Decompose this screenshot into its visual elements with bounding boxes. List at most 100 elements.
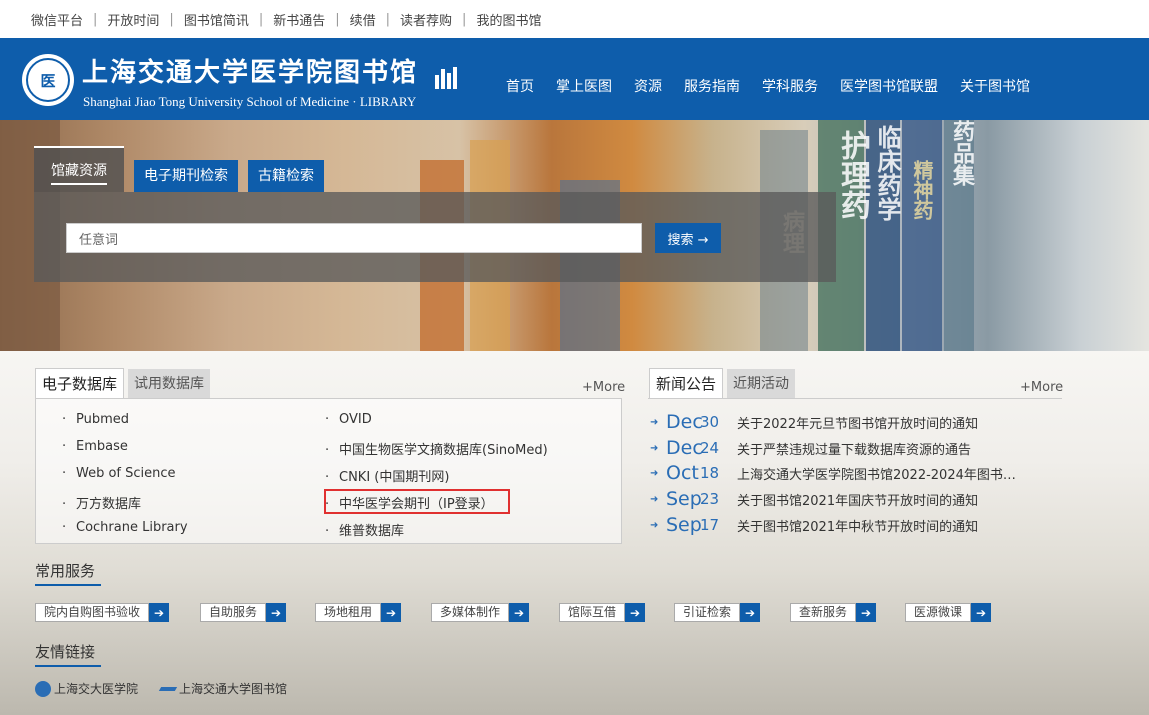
- tab-e-databases[interactable]: 电子数据库: [35, 368, 125, 399]
- search-input[interactable]: 任意词: [66, 223, 642, 253]
- bullet: ·: [62, 497, 67, 512]
- tab-collection[interactable]: 馆藏资源: [34, 146, 124, 192]
- news-more-link[interactable]: +More: [1020, 380, 1063, 395]
- db-link-label: 中国生物医学文摘数据库(SinoMed): [339, 443, 548, 458]
- service-citation[interactable]: 引证检索 ➔: [674, 603, 761, 622]
- news-title: 关于严禁违规过量下载数据库资源的通告: [737, 442, 972, 458]
- arrow-right-icon: ➔: [509, 603, 530, 622]
- util-link-my-library[interactable]: 我的图书馆: [476, 10, 541, 29]
- util-link-renew[interactable]: 续借: [350, 10, 376, 29]
- tab-ejournal[interactable]: 电子期刊检索: [134, 160, 238, 192]
- site-header: 医 上海交通大学医学院图书馆 Shanghai Jiao Tong Univer…: [0, 38, 1149, 120]
- tab-news[interactable]: 新闻公告: [649, 368, 724, 399]
- nav-home[interactable]: 首页: [506, 76, 534, 96]
- db-link-label: Embase: [76, 439, 128, 454]
- banner-book-title: 临床药学: [873, 125, 902, 221]
- bullet: ·: [62, 520, 67, 535]
- search-panel: 任意词 搜索 →: [34, 192, 836, 282]
- tab-ancient-books[interactable]: 古籍检索: [248, 160, 324, 192]
- news-divider: [648, 398, 1062, 399]
- news-day: 30: [700, 413, 720, 431]
- news-title: 关于2022年元旦节图书馆开放时间的通知: [737, 416, 979, 432]
- site-title[interactable]: 上海交通大学医学院图书馆: [82, 52, 459, 89]
- news-item[interactable]: ➜ Sep 17 关于图书馆2021年中秋节开放时间的通知: [650, 514, 978, 536]
- search-button[interactable]: 搜索 →: [655, 223, 721, 253]
- util-link-wechat[interactable]: 微信平台: [31, 10, 83, 29]
- news-item[interactable]: ➜ Dec 30 关于2022年元旦节图书馆开放时间的通知: [650, 411, 978, 433]
- databases-more-link[interactable]: +More: [582, 380, 625, 395]
- service-venue-rental[interactable]: 场地租用 ➔: [315, 603, 402, 622]
- tab-collection-label: 馆藏资源: [51, 163, 107, 185]
- tab-trial-databases[interactable]: 试用数据库: [128, 369, 211, 399]
- db-link-cnki[interactable]: · CNKI (中国期刊网): [325, 466, 449, 485]
- links-heading: 友情链接: [35, 641, 101, 667]
- news-day: 18: [700, 464, 720, 482]
- db-link-label: Cochrane Library: [76, 520, 188, 535]
- news-month: Sep: [666, 488, 702, 510]
- sjtu-library-logo-icon: [160, 683, 176, 695]
- service-label: 自助服务: [200, 603, 267, 622]
- news-item[interactable]: ➜ Dec 24 关于严禁违规过量下载数据库资源的通告: [650, 437, 971, 459]
- service-multimedia[interactable]: 多媒体制作 ➔: [431, 603, 530, 622]
- top-utility-bar: 微信平台 | 开放时间 | 图书馆简讯 | 新书通告 | 续借 | 读者荐购 | 我的图书馆: [0, 0, 1149, 38]
- db-link-cochrane[interactable]: · Cochrane Library: [62, 520, 188, 535]
- service-label: 引证检索: [674, 603, 741, 622]
- news-month: Dec: [666, 411, 703, 433]
- link-sjtu-med[interactable]: 上海交大医学院: [35, 680, 138, 697]
- separator: |: [258, 11, 264, 27]
- nav-resources[interactable]: 资源: [634, 76, 662, 96]
- news-month: Sep: [666, 514, 702, 536]
- main-nav: 首页 掌上医图 资源 服务指南 学科服务 医学图书馆联盟 关于图书馆: [495, 76, 1041, 96]
- nav-service-guide[interactable]: 服务指南: [684, 76, 740, 96]
- arrow-icon: ➜: [650, 519, 659, 531]
- news-month: Oct: [666, 462, 699, 484]
- db-link-pubmed[interactable]: · Pubmed: [62, 412, 129, 427]
- util-link-new-books[interactable]: 新书通告: [273, 10, 325, 29]
- nav-about[interactable]: 关于图书馆: [960, 76, 1030, 96]
- news-title: 关于图书馆2021年国庆节开放时间的通知: [737, 493, 979, 509]
- link-sjtu-library[interactable]: 上海交通大学图书馆: [160, 680, 287, 697]
- site-title-text: 上海交通大学医学院图书馆: [82, 58, 419, 88]
- nav-mobile[interactable]: 掌上医图: [556, 76, 612, 96]
- util-link-recommend[interactable]: 读者荐购: [400, 10, 452, 29]
- util-link-hours[interactable]: 开放时间: [107, 10, 159, 29]
- news-item[interactable]: ➜ Sep 23 关于图书馆2021年国庆节开放时间的通知: [650, 488, 978, 510]
- library-logo[interactable]: 医: [22, 54, 74, 106]
- util-link-news-brief[interactable]: 图书馆简讯: [184, 10, 249, 29]
- news-day: 23: [700, 490, 720, 508]
- db-link-label: Pubmed: [76, 412, 130, 427]
- db-link-label: Web of Science: [76, 466, 176, 481]
- db-link-sinomed[interactable]: · 中国生物医学文摘数据库(SinoMed): [325, 439, 548, 458]
- nav-alliance[interactable]: 医学图书馆联盟: [840, 76, 938, 96]
- separator: |: [93, 11, 98, 27]
- news-item[interactable]: ➜ Oct 18 上海交通大学医学院图书馆2022-2024年图书期...: [650, 462, 1017, 484]
- db-link-label: OVID: [339, 412, 372, 427]
- nav-subject-service[interactable]: 学科服务: [762, 76, 818, 96]
- bullet: ·: [325, 524, 330, 539]
- bullet: ·: [62, 466, 67, 481]
- arrow-right-icon: ➔: [266, 603, 287, 622]
- db-link-wanfang[interactable]: · 万方数据库: [62, 493, 141, 512]
- db-link-ovid[interactable]: · OVID: [325, 412, 372, 427]
- link-label: 上海交大医学院: [54, 682, 139, 696]
- link-label: 上海交通大学图书馆: [179, 682, 288, 696]
- bullet: ·: [325, 412, 330, 427]
- service-interlibrary[interactable]: 馆际互借 ➔: [559, 603, 646, 622]
- arrow-icon: ➜: [650, 442, 659, 454]
- banner-book: [902, 120, 942, 351]
- service-novelty-search[interactable]: 查新服务 ➔: [790, 603, 877, 622]
- news-month: Dec: [666, 437, 703, 459]
- service-self-purchase[interactable]: 院内自购图书验收 ➔: [35, 603, 170, 622]
- separator: |: [169, 11, 174, 27]
- tab-activities[interactable]: 近期活动: [727, 369, 796, 399]
- service-self-help[interactable]: 自助服务 ➔: [200, 603, 287, 622]
- db-link-web-of-science[interactable]: · Web of Science: [62, 466, 176, 481]
- service-label: 院内自购图书验收: [35, 603, 150, 622]
- service-micro-lessons[interactable]: 医源微课 ➔: [905, 603, 992, 622]
- banner-book-title: 护理药: [835, 130, 870, 220]
- arrow-right-icon: ➔: [971, 603, 992, 622]
- db-link-vip[interactable]: · 维普数据库: [325, 520, 404, 539]
- sjtu-med-logo-icon: [35, 680, 51, 697]
- db-link-embase[interactable]: · Embase: [62, 439, 128, 454]
- arrow-right-icon: ➔: [625, 603, 646, 622]
